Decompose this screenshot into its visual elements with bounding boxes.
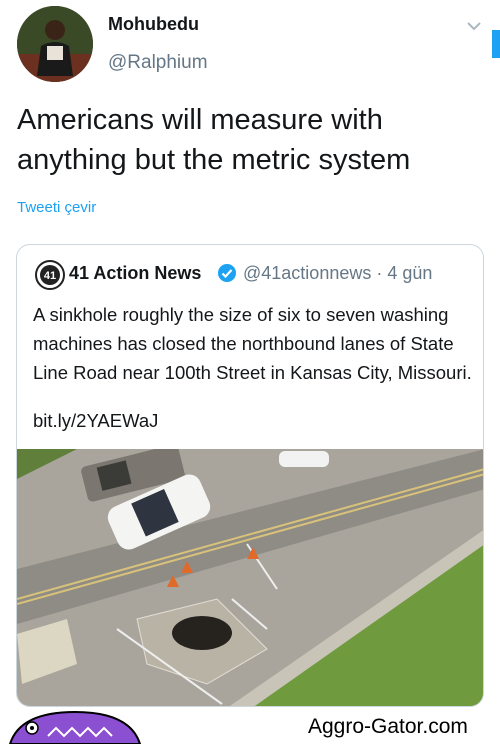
quoted-tweet-text: A sinkhole roughly the size of six to se… <box>33 304 472 383</box>
author-name[interactable]: Mohubedu <box>108 14 199 35</box>
quoted-handle-time[interactable]: @41actionnews · 4 gün <box>243 263 432 284</box>
tweet-text: Americans will measure with anything but… <box>17 104 411 176</box>
quoted-link[interactable]: bit.ly/2YAEWaJ <box>33 410 158 432</box>
translate-link[interactable]: Tweeti çevir <box>17 199 96 216</box>
sinkhole-aerial-photo[interactable] <box>17 449 484 707</box>
chevron-down-icon[interactable] <box>466 20 482 32</box>
watermark-site: Aggro-Gator.com <box>308 715 468 738</box>
verified-badge-icon <box>218 264 236 282</box>
gator-mascot-logo <box>8 710 142 744</box>
news-logo-icon: 41 <box>35 260 65 290</box>
quoted-tweet-card[interactable]: 41 41 Action News @41actionnews · 4 gün … <box>16 244 484 707</box>
avatar[interactable] <box>17 6 93 82</box>
quoted-author-name[interactable]: 41 Action News <box>69 263 201 284</box>
news-logo-text: 41 <box>44 270 56 282</box>
side-edge-marker <box>492 30 500 58</box>
author-handle[interactable]: @Ralphium <box>108 52 208 74</box>
